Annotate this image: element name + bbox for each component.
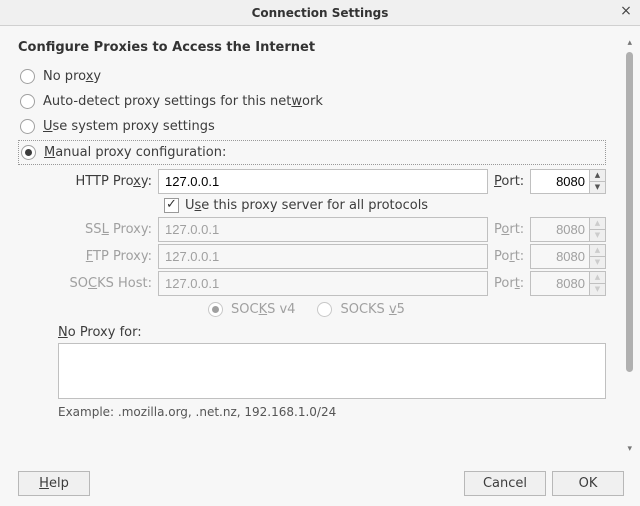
no-proxy-label: No Proxy for: [58, 325, 606, 340]
no-proxy-section: No Proxy for: Example: .mozilla.org, .ne… [58, 325, 606, 419]
ok-button[interactable]: OK [552, 471, 624, 496]
radio-icon [20, 119, 35, 134]
ftp-proxy-label: FTP Proxy: [58, 249, 158, 264]
ssl-port-spinner: ▲ ▼ [590, 217, 606, 242]
radio-icon [21, 145, 36, 160]
socks-version-row: SOCKS v4 SOCKS v5 [208, 302, 606, 317]
spinner-down-icon: ▼ [590, 284, 605, 295]
ssl-port-label: Port: [494, 222, 530, 237]
checkbox-label: Use this proxy server for all protocols [185, 198, 428, 213]
ssl-port-input [530, 217, 590, 242]
radio-no-proxy[interactable]: No proxy [18, 65, 606, 88]
radio-socks-v5 [317, 302, 332, 317]
radio-label: Auto-detect proxy settings for this netw… [43, 94, 323, 109]
page-title: Configure Proxies to Access the Internet [18, 40, 606, 55]
http-proxy-row: HTTP Proxy: Port: ▲ ▼ [58, 169, 606, 194]
http-proxy-input[interactable] [158, 169, 488, 194]
radio-label: Use system proxy settings [43, 119, 215, 134]
checkbox-icon [164, 198, 179, 213]
scrollbar-thumb[interactable] [626, 52, 633, 372]
spinner-down-icon: ▼ [590, 257, 605, 268]
content: Configure Proxies to Access the Internet… [18, 40, 624, 419]
http-port-label: Port: [494, 174, 530, 189]
socks-host-label: SOCKS Host: [58, 276, 158, 291]
titlebar: Connection Settings × [0, 0, 640, 26]
scroll-down-icon[interactable]: ▾ [627, 444, 632, 454]
ftp-proxy-input [158, 244, 488, 269]
spinner-down-icon[interactable]: ▼ [590, 182, 605, 193]
socks-host-row: SOCKS Host: Port: ▲ ▼ [58, 271, 606, 296]
ssl-proxy-label: SSL Proxy: [58, 222, 158, 237]
socks-port-label: Port: [494, 276, 530, 291]
ftp-port-input [530, 244, 590, 269]
proxy-grid: HTTP Proxy: Port: ▲ ▼ Use this proxy ser… [58, 169, 606, 317]
scrollbar[interactable] [625, 52, 635, 442]
dialog-body: ▴ ▾ Configure Proxies to Access the Inte… [0, 26, 640, 506]
socks-v4-label: SOCKS v4 [231, 302, 295, 317]
radio-auto-detect[interactable]: Auto-detect proxy settings for this netw… [18, 90, 606, 113]
no-proxy-textarea[interactable] [58, 343, 606, 399]
radio-label: No proxy [43, 69, 101, 84]
http-port-spinner: ▲ ▼ [590, 169, 606, 194]
socks-port-input [530, 271, 590, 296]
radio-icon [20, 94, 35, 109]
radio-manual-proxy[interactable]: Manual proxy configuration: [18, 140, 606, 165]
scroll-up-icon[interactable]: ▴ [627, 38, 632, 48]
ftp-proxy-row: FTP Proxy: Port: ▲ ▼ [58, 244, 606, 269]
spinner-down-icon: ▼ [590, 230, 605, 241]
socks-v5-label: SOCKS v5 [340, 302, 404, 317]
window-title: Connection Settings [252, 6, 389, 20]
http-port-input[interactable] [530, 169, 590, 194]
radio-label: Manual proxy configuration: [44, 145, 226, 160]
ftp-port-spinner: ▲ ▼ [590, 244, 606, 269]
spinner-up-icon: ▲ [590, 245, 605, 257]
use-proxy-all-row[interactable]: Use this proxy server for all protocols [164, 198, 606, 213]
radio-socks-v4 [208, 302, 223, 317]
ftp-port-label: Port: [494, 249, 530, 264]
close-icon[interactable]: × [618, 4, 634, 20]
radio-icon [20, 69, 35, 84]
cancel-button[interactable]: Cancel [464, 471, 546, 496]
no-proxy-example: Example: .mozilla.org, .net.nz, 192.168.… [58, 405, 606, 419]
spinner-up-icon: ▲ [590, 272, 605, 284]
ssl-proxy-row: SSL Proxy: Port: ▲ ▼ [58, 217, 606, 242]
button-row: Help Cancel OK [18, 471, 624, 496]
socks-port-spinner: ▲ ▼ [590, 271, 606, 296]
spinner-up-icon[interactable]: ▲ [590, 170, 605, 182]
radio-system-proxy[interactable]: Use system proxy settings [18, 115, 606, 138]
ssl-proxy-input [158, 217, 488, 242]
socks-host-input [158, 271, 488, 296]
spinner-up-icon: ▲ [590, 218, 605, 230]
http-proxy-label: HTTP Proxy: [58, 174, 158, 189]
help-button[interactable]: Help [18, 471, 90, 496]
